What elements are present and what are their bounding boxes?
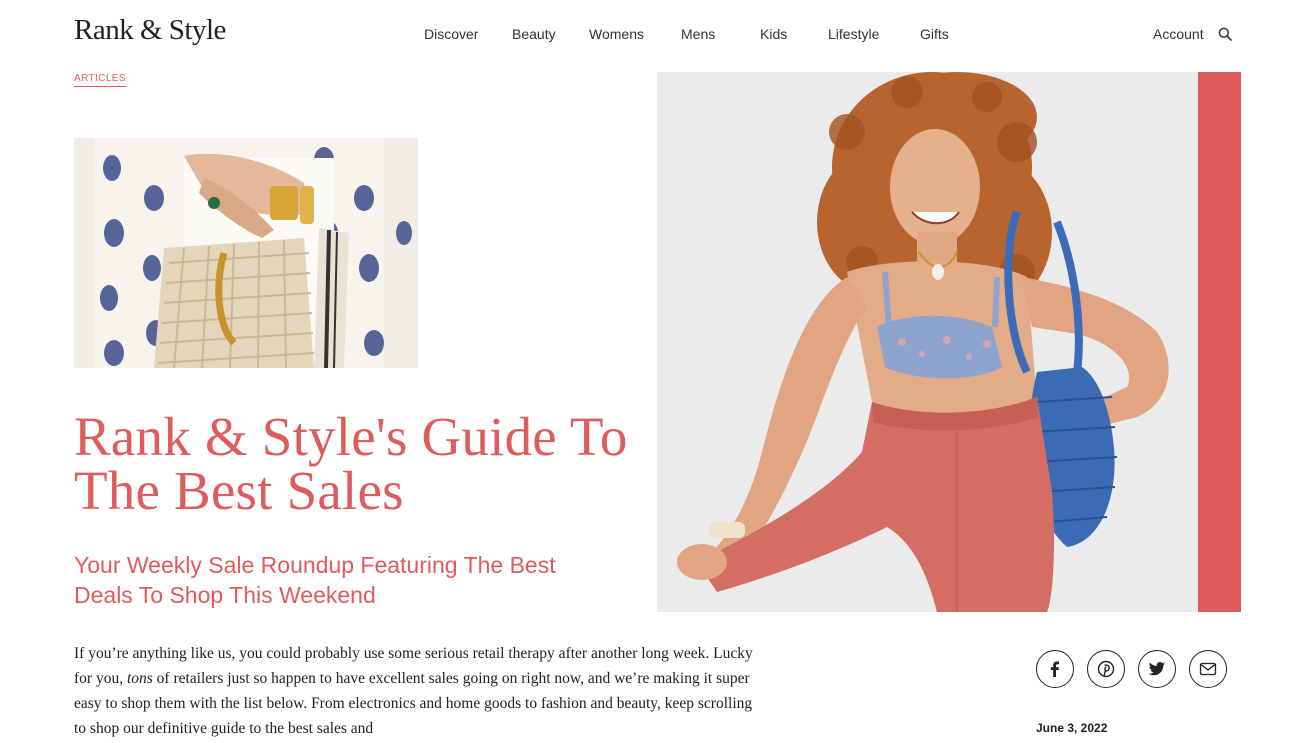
share-pinterest-button[interactable] xyxy=(1087,650,1125,688)
nav-item-beauty[interactable]: Beauty xyxy=(512,26,556,42)
publish-date: June 3, 2022 xyxy=(1036,721,1108,735)
nav-item-mens[interactable]: Mens xyxy=(681,26,715,42)
search-icon[interactable] xyxy=(1218,27,1232,41)
email-icon xyxy=(1199,662,1217,676)
nav-item-gifts[interactable]: Gifts xyxy=(920,26,949,42)
hero-accent-bar xyxy=(1198,72,1241,612)
emphasis-text: tons xyxy=(126,670,153,687)
twitter-icon xyxy=(1148,662,1165,676)
share-facebook-button[interactable] xyxy=(1036,650,1074,688)
main-nav: Discover Beauty Womens Mens Kids Lifesty… xyxy=(0,26,1312,42)
pinterest-icon xyxy=(1097,660,1115,678)
article-thumbnail-image xyxy=(74,138,418,368)
article-subtitle: Your Weekly Sale Roundup Featuring The B… xyxy=(74,552,556,608)
nav-item-kids[interactable]: Kids xyxy=(760,26,787,42)
nav-item-discover[interactable]: Discover xyxy=(424,26,478,42)
article-intro-paragraph: If you’re anything like us, you could pr… xyxy=(74,645,753,737)
account-link[interactable]: Account xyxy=(1153,26,1204,42)
category-tag[interactable]: ARTICLES xyxy=(74,73,126,87)
article-hero-image xyxy=(657,72,1198,612)
facebook-icon xyxy=(1050,661,1059,677)
nav-item-womens[interactable]: Womens xyxy=(589,26,644,42)
share-email-button[interactable] xyxy=(1189,650,1227,688)
nav-item-lifestyle[interactable]: Lifestyle xyxy=(828,26,879,42)
share-twitter-button[interactable] xyxy=(1138,650,1176,688)
article-title: Rank & Style's Guide To The Best Sales xyxy=(74,406,628,521)
